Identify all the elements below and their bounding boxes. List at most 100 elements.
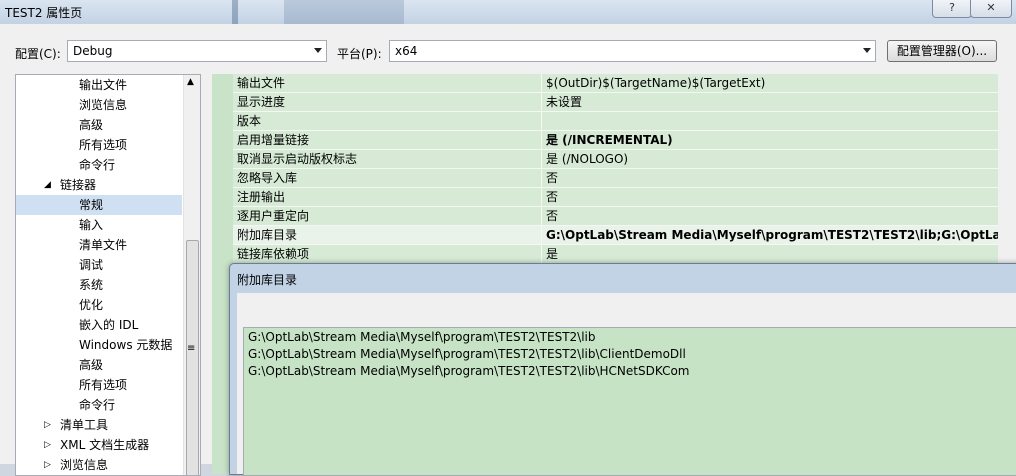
tree-item-label: 链接器 [60,178,97,192]
property-value[interactable]: 是 [546,245,998,263]
property-value[interactable]: G:\OptLab\Stream Media\Myself\program\TE… [546,226,998,244]
platform-label: 平台(P): [337,47,382,61]
property-name: 输出文件 [237,76,286,90]
tree-item-label: 命令行 [79,158,116,172]
tree-item-label: 高级 [79,118,104,132]
tree-item[interactable]: ▷ 清单工具 [16,415,182,435]
background-window-edge [284,0,404,24]
settings-tree[interactable]: 输出文件 浏览信息 高级 所有选项 命令行 ◢ 链接器 常规 输入 清单文件 调试 系统 优化 嵌入的 I… [15,74,201,476]
column-divider [541,188,542,207]
directory-entry[interactable]: G:\OptLab\Stream Media\Myself\program\TE… [248,330,595,344]
grip-icon: ≡ [187,343,196,354]
property-name: 注册输出 [237,190,286,204]
tree-item[interactable]: Windows 元数据 [16,335,182,355]
tree-item[interactable]: 输出文件 [16,75,182,95]
tree-item-label: 命令行 [79,398,116,412]
tree-item[interactable]: 常规 [16,195,182,215]
close-button[interactable]: ✕ [970,0,1012,18]
property-name: 逐用户重定向 [237,209,310,223]
column-divider [541,226,542,245]
tree-item[interactable]: ▷ 浏览信息 [16,455,182,475]
column-divider [541,169,542,188]
property-value[interactable]: 是 (/NOLOGO) [546,150,998,168]
platform-value: x64 [395,44,418,58]
tree-item-label: 所有选项 [79,378,128,392]
directory-list[interactable]: G:\OptLab\Stream Media\Myself\program\TE… [243,327,1016,476]
property-name: 启用增量链接 [237,133,310,147]
additional-library-dialog: 附加库目录 G:\OptLab\Stream Media\Myself\prog… [229,263,1016,476]
tree-scrollbar[interactable]: ▲ ≡ [183,75,200,475]
tree-item-label: 输入 [79,218,104,232]
tree-item[interactable]: 所有选项 [16,135,182,155]
property-row[interactable]: 启用增量链接 是 (/INCREMENTAL) [233,131,998,150]
tree-item-label: 清单文件 [79,238,128,252]
property-row[interactable]: 显示进度 未设置 [233,93,998,112]
dialog-client: G:\OptLab\Stream Media\Myself\program\TE… [237,293,1016,476]
window-title: TEST2 属性页 [5,6,83,20]
tree-item[interactable]: 优化 [16,295,182,315]
tree-item-label: 浏览信息 [79,98,128,112]
property-value[interactable]: 是 (/INCREMENTAL) [546,131,998,149]
config-select[interactable]: Debug [67,40,327,62]
property-value[interactable]: 未设置 [546,93,998,111]
tree-item[interactable]: 高级 [16,115,182,135]
expand-icon[interactable]: ▷ [44,455,51,475]
tree-item-label: 浏览信息 [60,458,109,472]
tree-item-label: 常规 [79,198,104,212]
tree-item[interactable]: ▷ XML 文档生成器 [16,435,182,455]
tree-item[interactable]: 输入 [16,215,182,235]
property-row[interactable]: 注册输出 否 [233,188,998,207]
property-row[interactable]: 输出文件 $(OutDir)$(TargetName)$(TargetExt) [233,74,998,93]
column-divider [541,93,542,112]
tree-item[interactable]: 清单文件 [16,235,182,255]
property-row[interactable]: 版本 [233,112,998,131]
tree-item-label: 高级 [79,358,104,372]
tree-item-label: Windows 元数据 [79,338,173,352]
expand-icon[interactable]: ▷ [44,435,51,455]
config-manager-button[interactable]: 配置管理器(O)... [887,40,997,62]
property-row[interactable]: 取消显示启动版权标志 是 (/NOLOGO) [233,150,998,169]
property-row[interactable]: 逐用户重定向 否 [233,207,998,226]
column-divider [541,245,542,264]
expand-icon[interactable]: ▷ [44,415,51,435]
tree-item-label: 系统 [79,278,104,292]
directory-entry[interactable]: G:\OptLab\Stream Media\Myself\program\TE… [248,347,686,361]
tree-item[interactable]: ◢ 链接器 [16,175,182,195]
tree-item[interactable]: 调试 [16,255,182,275]
column-divider [541,131,542,150]
scroll-up-icon[interactable]: ▲ [187,77,194,87]
tree-item-label: 清单工具 [60,418,109,432]
tree-item[interactable]: 系统 [16,275,182,295]
platform-select[interactable]: x64 [389,40,876,62]
property-name: 附加库目录 [237,228,298,242]
tree-item[interactable]: 命令行 [16,155,182,175]
tree-item[interactable]: 所有选项 [16,375,182,395]
tree-item[interactable]: 命令行 [16,395,182,415]
tree-item-label: 优化 [79,298,104,312]
property-row[interactable]: 附加库目录 G:\OptLab\Stream Media\Myself\progr… [233,226,998,245]
property-row[interactable]: 忽略导入库 否 [233,169,998,188]
tree-item-label: 嵌入的 IDL [79,318,139,332]
chevron-down-icon [863,48,871,53]
tree-item[interactable]: 嵌入的 IDL [16,315,182,335]
column-divider [541,112,542,131]
tree-item-label: XML 文档生成器 [60,438,150,452]
collapse-icon[interactable]: ◢ [44,175,51,195]
property-value[interactable]: 否 [546,169,998,187]
property-value[interactable]: 否 [546,207,998,225]
tree-item[interactable]: 高级 [16,355,182,375]
config-label: 配置(C): [15,47,61,61]
property-value[interactable]: $(OutDir)$(TargetName)$(TargetExt) [546,74,998,92]
help-button[interactable]: ? [932,0,972,18]
tree-item-label: 调试 [79,258,104,272]
property-value[interactable]: 否 [546,188,998,206]
background-window-edge [232,0,238,24]
chevron-down-icon [314,48,322,53]
scroll-thumb[interactable]: ≡ [186,240,199,475]
property-row[interactable]: 链接库依赖项 是 [233,245,998,264]
property-name: 显示进度 [237,95,286,109]
tree-item[interactable]: 浏览信息 [16,95,182,115]
tree-item-label: 所有选项 [79,138,128,152]
directory-entry[interactable]: G:\OptLab\Stream Media\Myself\program\TE… [248,364,689,378]
property-pages-client: 配置(C): Debug 平台(P): x64 配置管理器(O)... 输出文件… [0,24,1016,476]
